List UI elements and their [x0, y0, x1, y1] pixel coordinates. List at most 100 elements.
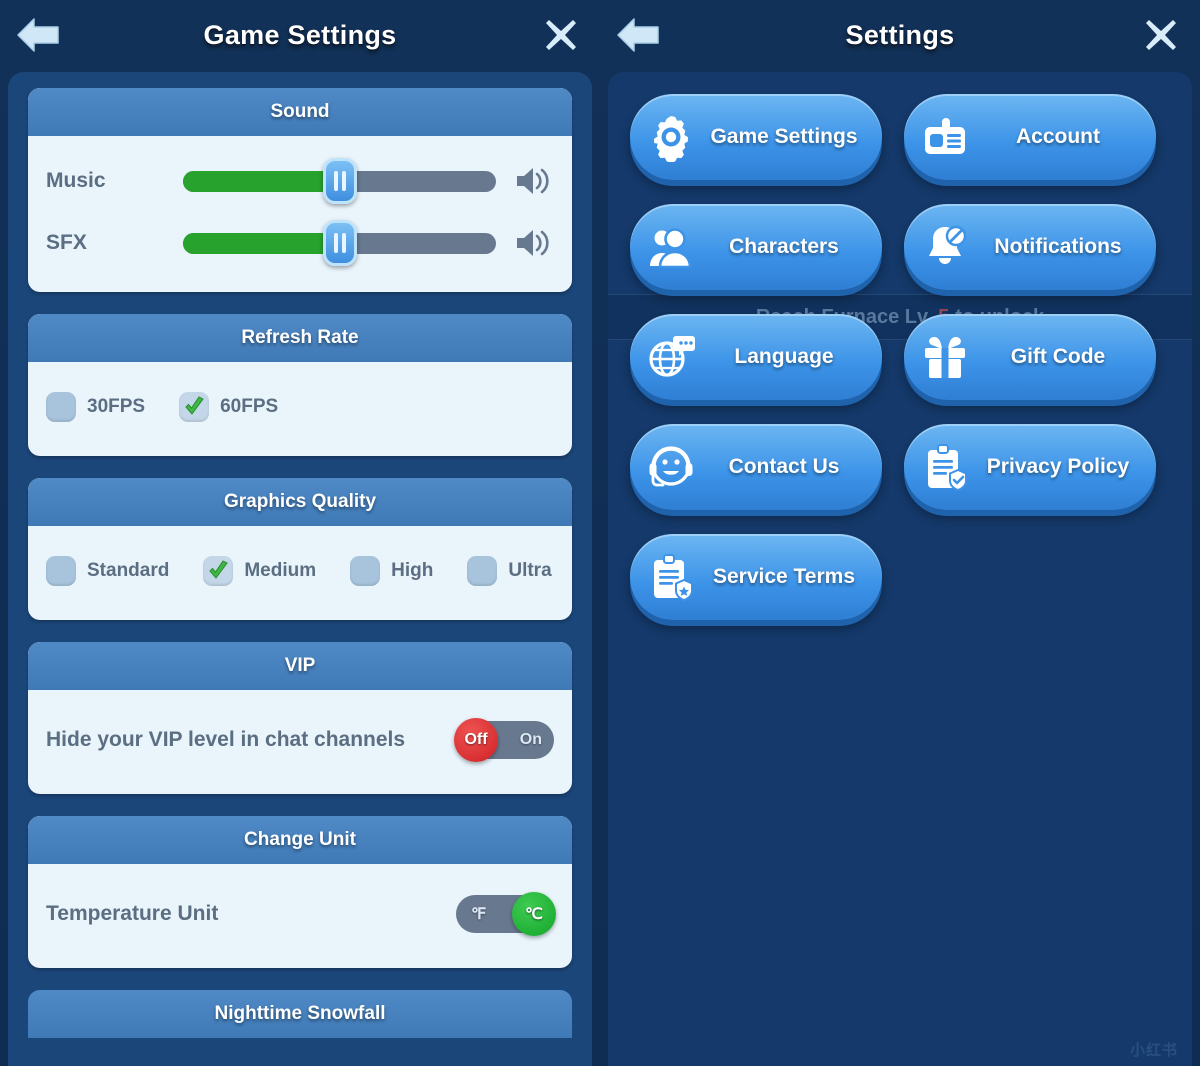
- page-title: Settings: [845, 19, 955, 50]
- menu-item-characters[interactable]: Characters: [630, 204, 882, 290]
- sfx-slider-row: SFX: [46, 212, 554, 274]
- temperature-unit-toggle[interactable]: ℉ ℃: [456, 892, 556, 936]
- menu-item-service-terms[interactable]: Service Terms: [630, 534, 882, 620]
- menu-item-contact-us[interactable]: Contact Us: [630, 424, 882, 510]
- game-settings-pane: Game Settings Sound Music SFX Refresh Ra…: [0, 0, 600, 1066]
- vip-heading: VIP: [284, 655, 316, 676]
- refresh-rate-option-label: 60FPS: [220, 396, 279, 417]
- clipboard-shield-icon: [646, 552, 696, 602]
- sound-heading: Sound: [270, 101, 330, 122]
- graphics-quality-options: Standard Medium High Ultra: [46, 540, 554, 602]
- headset-smiley-icon: [646, 442, 696, 492]
- menu-item-game-settings[interactable]: Game Settings: [630, 94, 882, 180]
- gear-icon: [646, 112, 696, 162]
- graphics-quality-card-header: Graphics Quality: [28, 478, 572, 526]
- change-unit-card: Change Unit Temperature Unit ℉ ℃: [28, 816, 572, 968]
- bell-slash-icon: [920, 222, 970, 272]
- graphics-option-ultra[interactable]: Ultra: [467, 556, 552, 586]
- refresh-rate-card-header: Refresh Rate: [28, 314, 572, 362]
- checkbox-unchecked-icon[interactable]: [46, 556, 76, 586]
- speaker-icon: [514, 226, 554, 260]
- globe-chat-icon: [646, 332, 696, 382]
- vip-card: VIP Hide your VIP level in chat channels…: [28, 642, 572, 794]
- graphics-option-medium[interactable]: Medium: [203, 556, 316, 586]
- graphics-option-label: Medium: [244, 560, 317, 581]
- checkbox-unchecked-icon[interactable]: [350, 556, 381, 586]
- menu-item-label: Service Terms: [712, 565, 856, 588]
- settings-screen: Game Settings Sound Music SFX Refresh Ra…: [0, 0, 1200, 1066]
- menu-item-language[interactable]: Language: [630, 314, 882, 400]
- music-slider-fill: [183, 170, 340, 192]
- speaker-icon: [514, 164, 554, 198]
- checkmark-icon[interactable]: [203, 556, 234, 586]
- settings-titlebar: Settings: [600, 0, 1200, 70]
- menu-item-gift-code[interactable]: Gift Code: [904, 314, 1156, 400]
- menu-item-label: Contact Us: [728, 455, 840, 478]
- vip-card-body: Hide your VIP level in chat channels On …: [28, 690, 572, 794]
- sfx-slider-handle[interactable]: [322, 220, 357, 266]
- watermark: 小红书: [1129, 1042, 1178, 1059]
- music-label: Music: [46, 169, 106, 192]
- graphics-quality-card-body: Standard Medium High Ultra: [28, 526, 572, 620]
- refresh-rate-option-30fps[interactable]: 30FPS: [46, 392, 145, 422]
- people-icon: [646, 222, 696, 272]
- music-slider-track[interactable]: [183, 158, 496, 204]
- clipboard-check-icon: [920, 442, 970, 492]
- close-x-icon[interactable]: [1142, 16, 1180, 54]
- change-unit-card-header: Change Unit: [28, 816, 572, 864]
- graphics-option-label: Ultra: [508, 560, 552, 581]
- change-unit-heading: Change Unit: [244, 829, 356, 850]
- checkbox-unchecked-icon[interactable]: [46, 392, 76, 422]
- sfx-slider[interactable]: [183, 220, 554, 266]
- temperature-unit-label: Temperature Unit: [46, 902, 219, 925]
- checkbox-unchecked-icon[interactable]: [467, 556, 498, 586]
- vip-hide-level-label: Hide your VIP level in chat channels: [46, 728, 406, 751]
- checkmark-icon[interactable]: [179, 392, 210, 422]
- back-arrow-icon[interactable]: [614, 13, 662, 57]
- change-unit-card-body: Temperature Unit ℉ ℃: [28, 864, 572, 968]
- close-x-icon[interactable]: [542, 16, 580, 54]
- menu-item-label: Game Settings: [710, 125, 858, 148]
- refresh-rate-option-60fps[interactable]: 60FPS: [179, 392, 278, 422]
- menu-item-privacy-policy[interactable]: Privacy Policy: [904, 424, 1156, 510]
- sfx-slider-track[interactable]: [183, 220, 496, 266]
- vip-hide-level-toggle[interactable]: On Off: [454, 718, 554, 762]
- sfx-label: SFX: [46, 231, 87, 254]
- sound-card-header: Sound: [28, 88, 572, 136]
- temperature-toggle-knob[interactable]: ℃: [512, 892, 556, 936]
- graphics-option-label: Standard: [87, 560, 170, 581]
- menu-item-notifications[interactable]: Notifications: [904, 204, 1156, 290]
- graphics-option-label: High: [391, 560, 434, 581]
- music-slider-handle[interactable]: [322, 158, 357, 204]
- settings-menu-grid: Game Settings Account Characters Notific…: [630, 94, 1170, 620]
- vip-hide-level-row: Hide your VIP level in chat channels On …: [46, 704, 554, 776]
- nighttime-snowfall-heading: Nighttime Snowfall: [214, 1003, 386, 1024]
- settings-menu-body: Reach Furnace Lv. 5 to unlock Game Setti…: [608, 72, 1192, 1066]
- menu-item-label: Privacy Policy: [986, 455, 1130, 478]
- refresh-rate-options: 30FPS 60FPS: [46, 376, 554, 438]
- graphics-option-high[interactable]: High: [350, 556, 433, 586]
- game-settings-scroll-area[interactable]: Sound Music SFX Refresh Rate 30FPS 60FPS…: [8, 72, 592, 1066]
- gift-icon: [920, 332, 970, 382]
- music-slider-row: Music: [46, 150, 554, 212]
- graphics-quality-card: Graphics Quality Standard Medium High Ul…: [28, 478, 572, 620]
- sound-card: Sound Music SFX: [28, 88, 572, 292]
- vip-toggle-on-label: On: [519, 731, 542, 748]
- graphics-quality-heading: Graphics Quality: [223, 491, 377, 512]
- refresh-rate-card: Refresh Rate 30FPS 60FPS: [28, 314, 572, 456]
- menu-item-account[interactable]: Account: [904, 94, 1156, 180]
- temperature-unit-row: Temperature Unit ℉ ℃: [46, 878, 556, 950]
- settings-menu-pane: Settings Reach Furnace Lv. 5 to unlock: [600, 0, 1200, 1066]
- back-arrow-icon[interactable]: [14, 13, 62, 57]
- graphics-option-standard[interactable]: Standard: [46, 556, 169, 586]
- page-title: Game Settings: [203, 19, 397, 50]
- vip-toggle-knob[interactable]: Off: [454, 718, 498, 762]
- menu-item-label: Notifications: [994, 235, 1122, 258]
- music-slider[interactable]: [183, 158, 554, 204]
- refresh-rate-card-body: 30FPS 60FPS: [28, 362, 572, 456]
- vip-card-header: VIP: [28, 642, 572, 690]
- sfx-slider-fill: [183, 232, 340, 254]
- menu-item-label: Language: [734, 345, 834, 368]
- menu-item-label: Account: [1016, 125, 1100, 148]
- refresh-rate-option-label: 30FPS: [87, 396, 146, 417]
